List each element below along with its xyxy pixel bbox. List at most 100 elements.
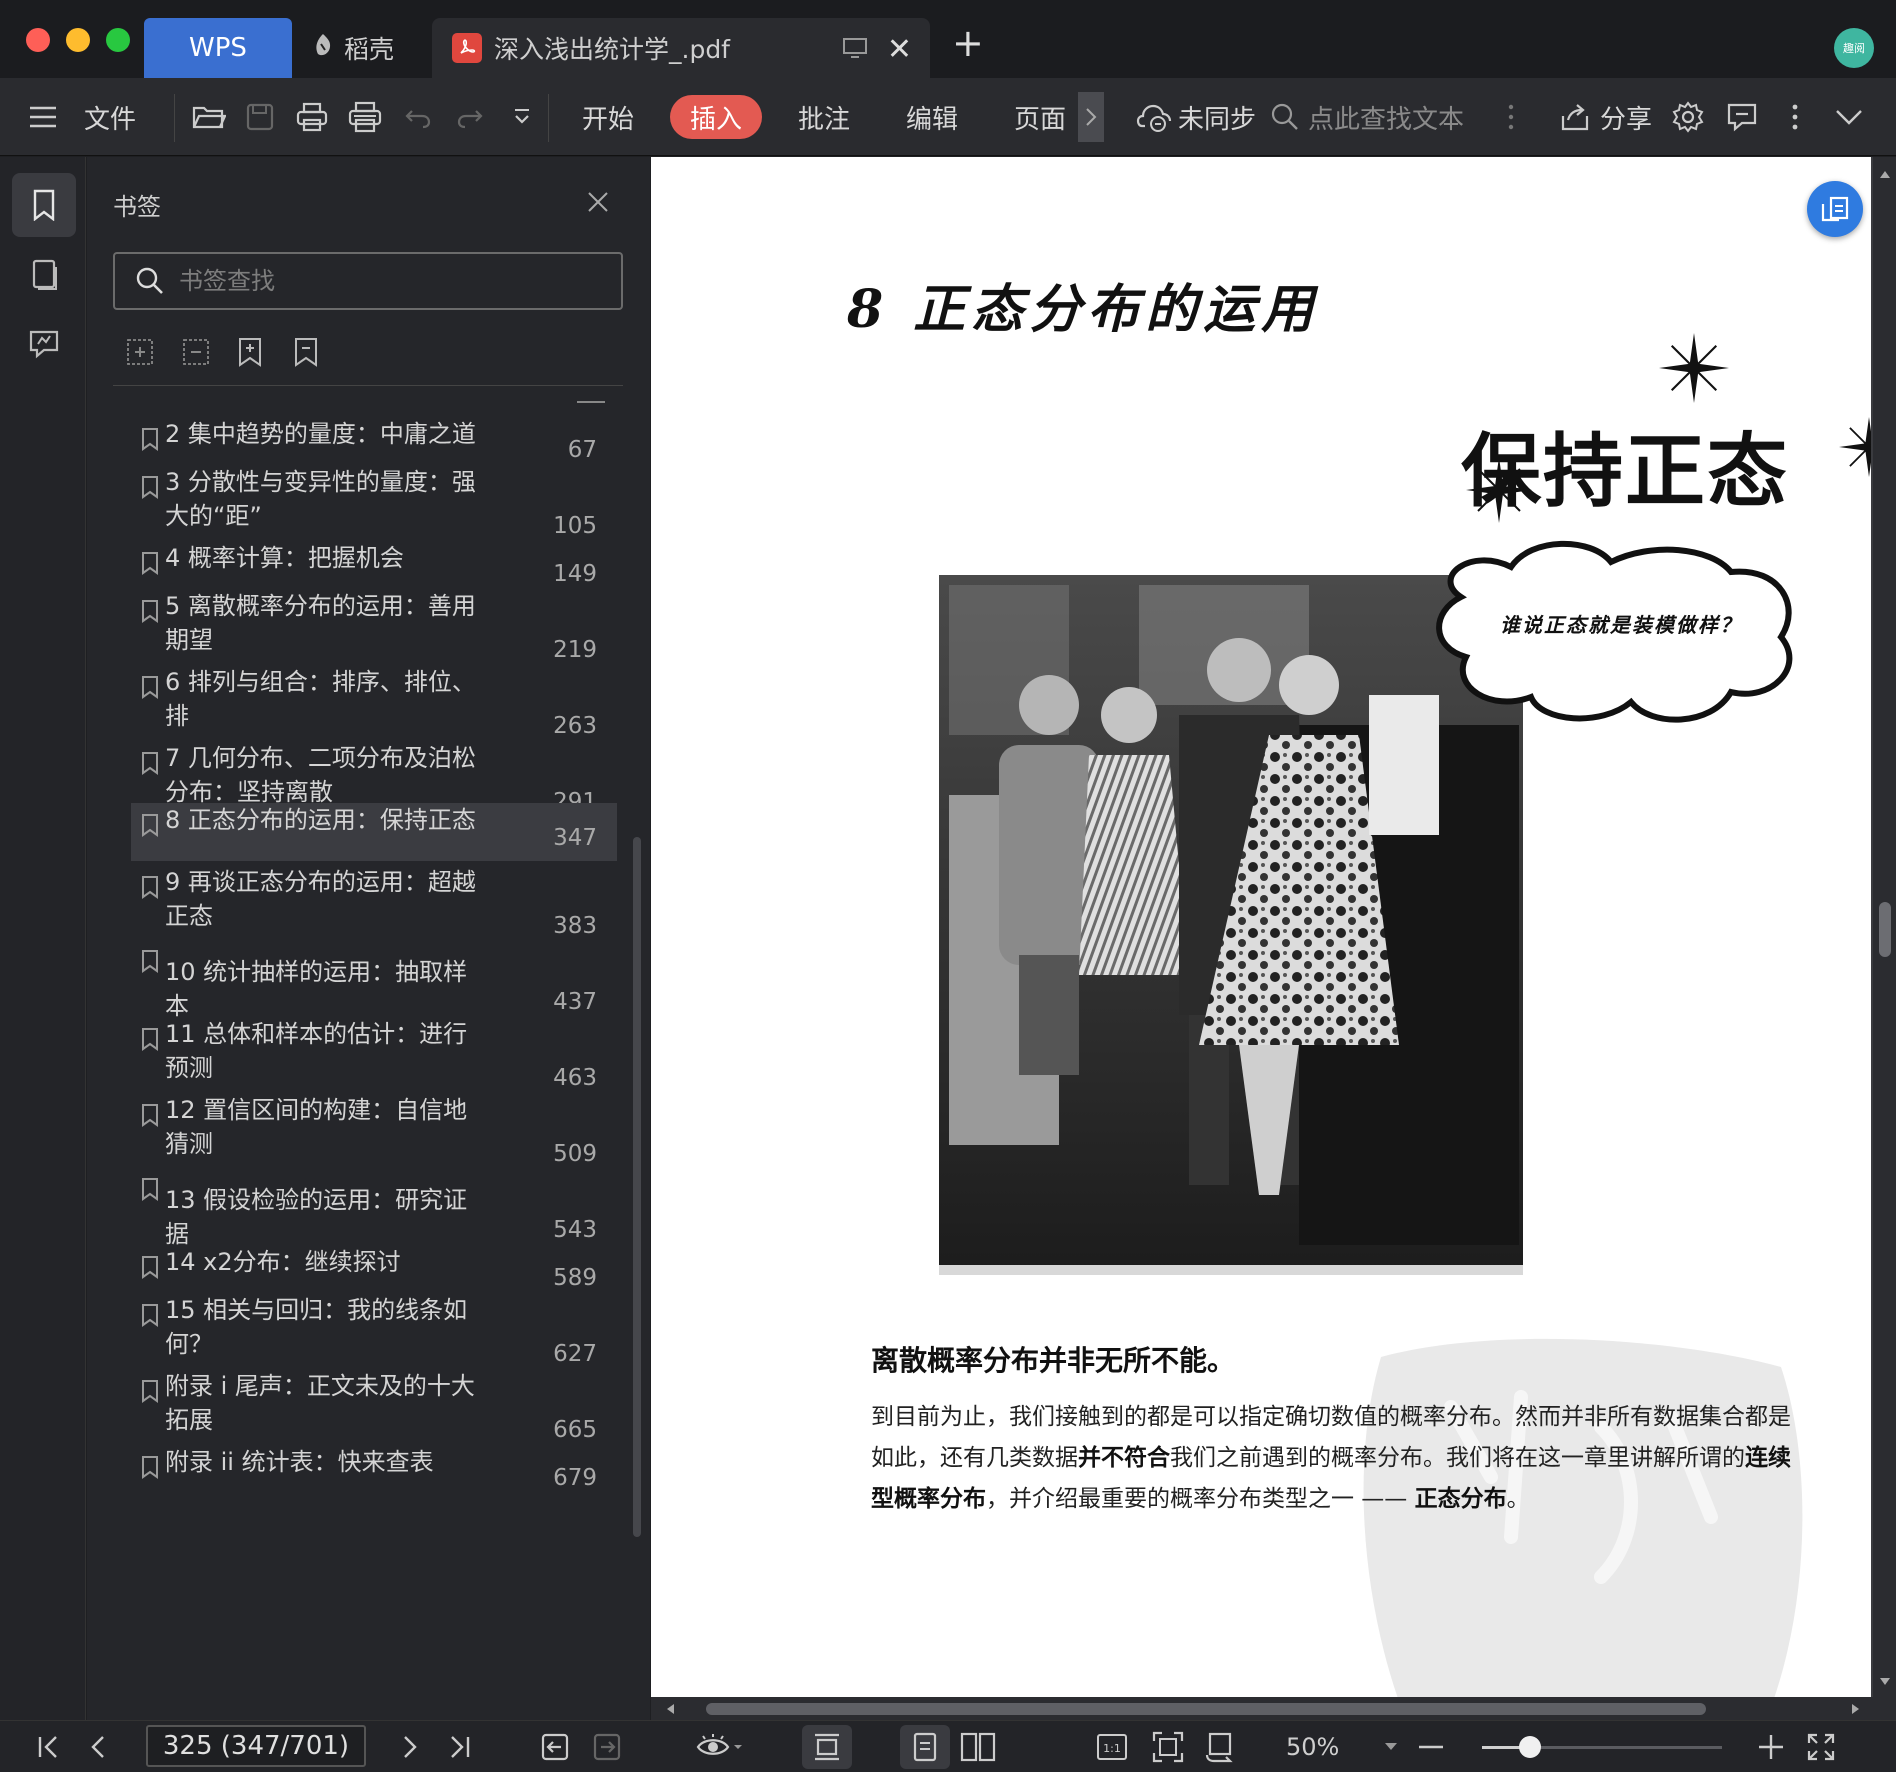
minimize-window-button[interactable] — [66, 28, 90, 52]
menu-page[interactable]: 页面 — [1014, 78, 1066, 156]
horizontal-scrollbar[interactable] — [651, 1697, 1896, 1720]
bookmark-item[interactable]: 15 相关与回归：我的线条如何？ 627 — [131, 1293, 617, 1367]
fit-width-icon[interactable] — [802, 1725, 852, 1769]
quick-access-dropdown-icon[interactable] — [512, 78, 532, 156]
more-vertical-icon[interactable] — [1792, 78, 1798, 156]
go-back-icon[interactable] — [540, 1721, 570, 1772]
bookmark-item[interactable]: 2 集中趋势的量度：中庸之道 67 — [131, 417, 617, 463]
thumbnail-icon[interactable] — [12, 243, 76, 307]
bookmark-item[interactable]: 14 x2分布：继续探讨 589 — [131, 1245, 617, 1291]
avatar[interactable]: 趣阅 — [1834, 28, 1874, 68]
scrollbar-thumb[interactable] — [706, 1703, 1706, 1715]
file-menu-button[interactable]: 文件 — [84, 78, 136, 156]
bookmark-search-input[interactable] — [179, 267, 579, 295]
bookmark-item[interactable]: 13 假设检验的运用：研究证据 543 — [131, 1169, 617, 1248]
save-icon[interactable] — [246, 78, 274, 156]
expand-all-icon[interactable] — [125, 337, 155, 371]
bookmark-item[interactable]: 附录 i 尾声：正文未及的十大拓展 665 — [131, 1369, 617, 1443]
next-page-icon[interactable] — [402, 1721, 418, 1772]
screen-icon[interactable] — [842, 36, 868, 65]
rotate-page-icon[interactable] — [1204, 1721, 1236, 1772]
scroll-left-icon[interactable] — [665, 1703, 675, 1715]
print-preview-icon[interactable] — [348, 78, 382, 156]
bookmark-item[interactable]: 11 总体和样本的估计：进行预测 463 — [131, 1017, 617, 1091]
print-icon[interactable] — [296, 78, 328, 156]
first-page-icon[interactable] — [36, 1721, 60, 1772]
bookmark-panel-icon[interactable] — [12, 173, 76, 237]
menu-icon[interactable] — [28, 78, 58, 156]
tab-wps[interactable]: WPS — [144, 18, 292, 78]
page-number-input[interactable] — [146, 1725, 366, 1767]
menu-insert[interactable]: 插入 — [670, 95, 763, 139]
clipped-row-marker — [577, 401, 605, 403]
bookmark-item[interactable]: 6 排列与组合：排序、排位、排 263 — [131, 665, 617, 739]
fullscreen-icon[interactable] — [1806, 1721, 1836, 1772]
close-window-button[interactable] — [26, 28, 50, 52]
zoom-in-icon[interactable] — [1758, 1721, 1784, 1772]
maximize-window-button[interactable] — [106, 28, 130, 52]
scroll-right-icon[interactable] — [1851, 1703, 1861, 1715]
close-icon[interactable] — [587, 191, 609, 217]
tab-pdf-document[interactable]: 深入浅出统计学_.pdf ✕ — [432, 18, 930, 78]
fit-page-icon[interactable] — [1152, 1721, 1184, 1772]
zoom-level[interactable]: 50% — [1286, 1721, 1339, 1772]
zoom-dropdown-icon[interactable] — [1384, 1721, 1398, 1772]
bookmark-item[interactable]: 4 概率计算：把握机会 149 — [131, 541, 617, 587]
go-forward-icon[interactable] — [592, 1721, 622, 1772]
bookmark-item[interactable]: 3 分散性与变异性的量度：强大的“距” 105 — [131, 465, 617, 539]
share-icon[interactable] — [1560, 78, 1590, 156]
eye-protection-icon[interactable] — [696, 1721, 744, 1772]
previous-page-icon[interactable] — [90, 1721, 106, 1772]
bookmark-item[interactable]: 10 统计抽样的运用：抽取样本 437 — [131, 941, 617, 1020]
sync-status[interactable]: 未同步 — [1178, 78, 1256, 156]
vertical-scrollbar[interactable] — [1873, 157, 1896, 1697]
bookmark-item[interactable]: 附录 ii 统计表：快来查表 679 — [131, 1445, 617, 1491]
bookmark-item[interactable]: 9 再谈正态分布的运用：超越正态 383 — [131, 865, 617, 939]
bookmark-icon — [142, 950, 158, 973]
settings-icon[interactable] — [1672, 78, 1704, 156]
bookmark-item[interactable]: 7 几何分布、二项分布及泊松分布：坚持离散 291 — [131, 741, 617, 815]
share-button[interactable]: 分享 — [1600, 78, 1652, 156]
scroll-up-icon[interactable] — [1879, 169, 1891, 179]
close-tab-icon[interactable]: ✕ — [887, 32, 912, 67]
search-icon[interactable] — [1270, 78, 1300, 156]
bookmark-search[interactable] — [113, 252, 623, 310]
last-page-icon[interactable] — [448, 1721, 472, 1772]
redo-icon[interactable] — [456, 78, 484, 156]
cloud-sync-icon[interactable] — [1136, 78, 1172, 156]
bookmark-icon — [142, 814, 158, 837]
bookmark-item[interactable]: 12 置信区间的构建：自信地猜测 509 — [131, 1093, 617, 1167]
bookmark-item[interactable]: 8 正态分布的运用：保持正态 347 — [131, 803, 617, 861]
open-folder-icon[interactable] — [192, 78, 226, 156]
scroll-down-icon[interactable] — [1879, 1677, 1891, 1687]
bookmark-item[interactable]: 5 离散概率分布的运用：善用期望 219 — [131, 589, 617, 663]
undo-icon[interactable] — [404, 78, 432, 156]
comment-icon[interactable] — [1726, 78, 1758, 156]
annotation-list-icon[interactable] — [12, 313, 76, 377]
panel-scrollbar[interactable] — [631, 397, 643, 1717]
toolbar-overflow-chevron-icon[interactable] — [1078, 92, 1104, 142]
menu-edit[interactable]: 编辑 — [906, 78, 958, 156]
menu-annotate[interactable]: 批注 — [798, 78, 850, 156]
more-vertical-icon[interactable] — [1508, 78, 1514, 156]
remove-bookmark-icon[interactable] — [293, 337, 319, 371]
floating-convert-button[interactable] — [1807, 181, 1863, 237]
two-page-icon[interactable] — [960, 1721, 996, 1772]
zoom-slider[interactable] — [1482, 1736, 1722, 1758]
find-text-field[interactable]: 点此查找文本 — [1308, 78, 1464, 156]
zoom-slider-knob[interactable] — [1519, 1736, 1541, 1758]
single-page-icon[interactable] — [900, 1725, 950, 1769]
menu-start[interactable]: 开始 — [582, 78, 634, 156]
new-tab-button[interactable]: + — [952, 24, 984, 62]
bookmark-page-number: 437 — [553, 989, 597, 1015]
tab-daoke[interactable]: 稻壳 — [304, 18, 424, 78]
bookmark-label: 12 置信区间的构建：自信地猜测 — [165, 1096, 468, 1158]
actual-size-icon[interactable]: 1:1 — [1096, 1721, 1128, 1772]
add-bookmark-icon[interactable] — [237, 337, 263, 371]
collapse-all-icon[interactable] — [181, 337, 211, 371]
title-bar: WPS 稻壳 深入浅出统计学_.pdf ✕ + 趣阅 — [0, 0, 1896, 78]
scrollbar-thumb[interactable] — [1879, 902, 1891, 957]
chevron-down-icon[interactable] — [1834, 78, 1864, 156]
zoom-out-icon[interactable] — [1418, 1721, 1444, 1772]
scrollbar-thumb[interactable] — [633, 837, 641, 1537]
